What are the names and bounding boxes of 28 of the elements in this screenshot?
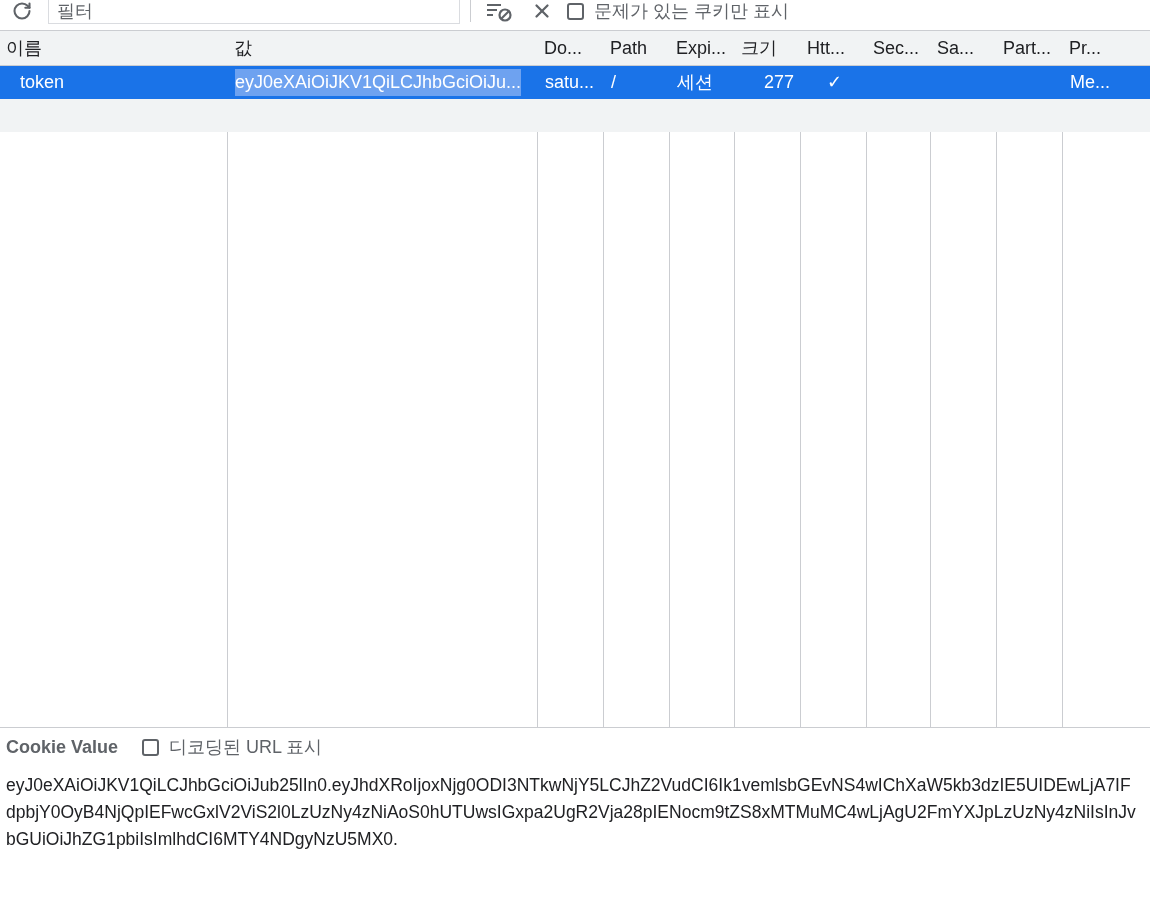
issues-checkbox[interactable] [567,2,584,20]
table-cell-text: 세션 [677,71,713,94]
filter-field[interactable]: 필터 [48,0,460,24]
column-header[interactable]: Expi... [670,31,735,65]
table-cell-text: token [20,71,65,94]
table-cell-text: 277 [763,71,794,94]
table-cell-text: Me... [1070,71,1110,94]
cookie-value-text: eyJ0eXAiOiJKV1QiLCJhbGciOiJub25lIn0.eyJhdXRoIjoxNjg0ODI3NTkwNjY5LCJhZ2VudCI6Ik1vemlsbGEvNS4wIChXaW5kb3dzIE5UIDEwLjA7IFdpbjY0OyB4NjQpIEFwcGxlV2ViS2l0LzUzNy4zNiAoS0hUTUwsIGxpa2UgR2Vja28pIENocm9tZS8xMTMuMC4wLjAgU2FmYXJpLzUzNy4zNiIsInJvbGUiOiJhZG1pbiIsImlhdCI6MTY4NDgyNzU5MX0. [6,774,1137,851]
column-header[interactable]: Sa... [931,31,997,65]
reload-icon[interactable] [12,1,32,21]
column-header[interactable]: 값 [228,31,538,65]
issues-only-label: 문제가 있는 쿠키만 표시 [594,0,789,23]
table-cell-text: satu... [545,71,595,94]
column-header[interactable]: Pr... [1063,31,1150,65]
table-cell: eyJ0eXAiOiJKV1QiLCJhbGciOiJu... [235,69,522,96]
column-header[interactable]: Part... [997,31,1063,65]
column-header[interactable]: Do... [538,31,604,65]
cookie-value-title: Cookie Value [6,735,119,759]
table-cell-text: ✓ [826,71,842,94]
table-row[interactable]: token eyJ0eXAiOiJKV1QiLCJhbGciOiJu... satu... / 세션 277 ✓ Me... [0,66,1150,99]
column-header[interactable]: 크기 [735,31,801,65]
column-header[interactable]: Htt... [801,31,867,65]
table-cell-text: / [611,71,616,94]
column-header[interactable]: Sec... [867,31,931,65]
column-header[interactable]: Path [604,31,670,65]
decoded-url-label: 디코딩된 URL 표시 [169,735,323,759]
column-header[interactable]: 이름 [0,31,228,65]
decoded-url-checkbox[interactable] [142,738,160,756]
